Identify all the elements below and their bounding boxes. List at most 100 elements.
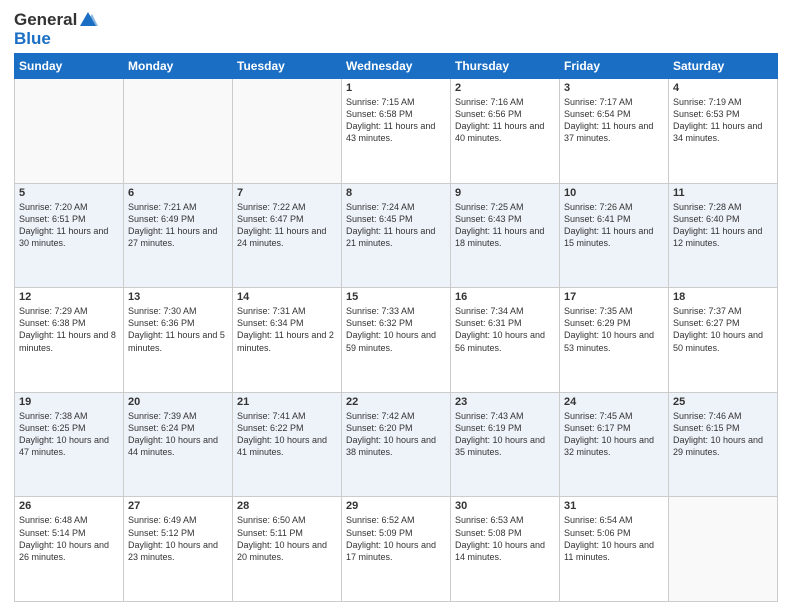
cell-info: Sunrise: 7:21 AMSunset: 6:49 PMDaylight:… (128, 201, 228, 250)
calendar-cell: 6 Sunrise: 7:21 AMSunset: 6:49 PMDaylight… (124, 183, 233, 288)
day-number: 24 (564, 396, 664, 408)
cell-info: Sunrise: 7:22 AMSunset: 6:47 PMDaylight:… (237, 201, 337, 250)
day-number: 3 (564, 82, 664, 94)
calendar-week-2: 5 Sunrise: 7:20 AMSunset: 6:51 PMDaylight… (15, 183, 778, 288)
day-number: 31 (564, 500, 664, 512)
calendar-header-friday: Friday (560, 54, 669, 79)
day-number: 18 (673, 291, 773, 303)
day-number: 20 (128, 396, 228, 408)
cell-info: Sunrise: 7:42 AMSunset: 6:20 PMDaylight:… (346, 410, 446, 459)
day-number: 9 (455, 187, 555, 199)
calendar-week-1: 1 Sunrise: 7:15 AMSunset: 6:58 PMDaylight… (15, 79, 778, 184)
cell-info: Sunrise: 7:45 AMSunset: 6:17 PMDaylight:… (564, 410, 664, 459)
calendar-week-5: 26 Sunrise: 6:48 AMSunset: 5:14 PMDayligh… (15, 497, 778, 602)
calendar-cell: 2Sunrise: 7:16 AMSunset: 6:56 PMDaylight… (451, 79, 560, 184)
calendar-cell: 31 Sunrise: 6:54 AMSunset: 5:06 PMDayligh… (560, 497, 669, 602)
day-number: 21 (237, 396, 337, 408)
calendar-cell: 28Sunrise: 6:50 AMSunset: 5:11 PMDayligh… (233, 497, 342, 602)
cell-info: Sunrise: 6:54 AMSunset: 5:06 PMDaylight:… (564, 514, 664, 563)
calendar-cell: 15 Sunrise: 7:33 AMSunset: 6:32 PMDayligh… (342, 288, 451, 393)
day-number: 27 (128, 500, 228, 512)
cell-info: Sunrise: 7:34 AMSunset: 6:31 PMDaylight:… (455, 305, 555, 354)
day-number: 11 (673, 187, 773, 199)
cell-info: Sunrise: 7:37 AMSunset: 6:27 PMDaylight:… (673, 305, 773, 354)
calendar-header-sunday: Sunday (15, 54, 124, 79)
cell-info: Sunrise: 6:53 AMSunset: 5:08 PMDaylight:… (455, 514, 555, 563)
day-number: 23 (455, 396, 555, 408)
calendar-cell: 4 Sunrise: 7:19 AMSunset: 6:53 PMDaylight… (669, 79, 778, 184)
day-number: 25 (673, 396, 773, 408)
cell-info: Sunrise: 7:29 AMSunset: 6:38 PMDaylight:… (19, 305, 119, 354)
logo: General Blue (14, 10, 98, 47)
day-number: 1 (346, 82, 446, 94)
day-number: 22 (346, 396, 446, 408)
calendar-cell: 9 Sunrise: 7:25 AMSunset: 6:43 PMDaylight… (451, 183, 560, 288)
day-number: 10 (564, 187, 664, 199)
calendar-cell: 25 Sunrise: 7:46 AMSunset: 6:15 PMDayligh… (669, 392, 778, 497)
calendar-header-row: SundayMondayTuesdayWednesdayThursdayFrid… (15, 54, 778, 79)
calendar-header-tuesday: Tuesday (233, 54, 342, 79)
logo-icon (78, 10, 98, 28)
cell-info: Sunrise: 7:19 AMSunset: 6:53 PMDaylight:… (673, 96, 773, 145)
cell-info: Sunrise: 7:25 AMSunset: 6:43 PMDaylight:… (455, 201, 555, 250)
cell-info: Sunrise: 7:15 AMSunset: 6:58 PMDaylight:… (346, 96, 446, 145)
cell-info: Sunrise: 6:50 AMSunset: 5:11 PMDaylight:… (237, 514, 337, 563)
calendar-cell: 18 Sunrise: 7:37 AMSunset: 6:27 PMDayligh… (669, 288, 778, 393)
calendar-cell (233, 79, 342, 184)
calendar-cell: 17 Sunrise: 7:35 AMSunset: 6:29 PMDayligh… (560, 288, 669, 393)
day-number: 13 (128, 291, 228, 303)
calendar-cell (669, 497, 778, 602)
calendar-cell (124, 79, 233, 184)
cell-info: Sunrise: 7:30 AMSunset: 6:36 PMDaylight:… (128, 305, 228, 354)
calendar-cell: 16 Sunrise: 7:34 AMSunset: 6:31 PMDayligh… (451, 288, 560, 393)
day-number: 5 (19, 187, 119, 199)
calendar-header-monday: Monday (124, 54, 233, 79)
logo-general-text: General (14, 10, 77, 30)
cell-info: Sunrise: 7:28 AMSunset: 6:40 PMDaylight:… (673, 201, 773, 250)
cell-info: Sunrise: 7:31 AMSunset: 6:34 PMDaylight:… (237, 305, 337, 354)
calendar-header-thursday: Thursday (451, 54, 560, 79)
cell-info: Sunrise: 7:46 AMSunset: 6:15 PMDaylight:… (673, 410, 773, 459)
calendar-cell: 10Sunrise: 7:26 AMSunset: 6:41 PMDayligh… (560, 183, 669, 288)
cell-info: Sunrise: 7:20 AMSunset: 6:51 PMDaylight:… (19, 201, 119, 250)
day-number: 30 (455, 500, 555, 512)
logo-blue-text: Blue (14, 30, 51, 47)
calendar-cell: 23 Sunrise: 7:43 AMSunset: 6:19 PMDayligh… (451, 392, 560, 497)
day-number: 26 (19, 500, 119, 512)
calendar-cell: 8 Sunrise: 7:24 AMSunset: 6:45 PMDaylight… (342, 183, 451, 288)
cell-info: Sunrise: 6:48 AMSunset: 5:14 PMDaylight:… (19, 514, 119, 563)
calendar-cell: 22 Sunrise: 7:42 AMSunset: 6:20 PMDayligh… (342, 392, 451, 497)
calendar-cell: 24 Sunrise: 7:45 AMSunset: 6:17 PMDayligh… (560, 392, 669, 497)
day-number: 19 (19, 396, 119, 408)
day-number: 15 (346, 291, 446, 303)
calendar-cell: 26 Sunrise: 6:48 AMSunset: 5:14 PMDayligh… (15, 497, 124, 602)
calendar-cell: 13 Sunrise: 7:30 AMSunset: 6:36 PMDayligh… (124, 288, 233, 393)
day-number: 8 (346, 187, 446, 199)
calendar-cell: 5 Sunrise: 7:20 AMSunset: 6:51 PMDaylight… (15, 183, 124, 288)
cell-info: Sunrise: 6:49 AMSunset: 5:12 PMDaylight:… (128, 514, 228, 563)
calendar-cell: 20 Sunrise: 7:39 AMSunset: 6:24 PMDayligh… (124, 392, 233, 497)
day-number: 6 (128, 187, 228, 199)
calendar-cell: 14Sunrise: 7:31 AMSunset: 6:34 PMDayligh… (233, 288, 342, 393)
day-number: 7 (237, 187, 337, 199)
day-number: 4 (673, 82, 773, 94)
calendar-cell: 3Sunrise: 7:17 AMSunset: 6:54 PMDaylight… (560, 79, 669, 184)
cell-info: Sunrise: 7:38 AMSunset: 6:25 PMDaylight:… (19, 410, 119, 459)
cell-info: Sunrise: 7:43 AMSunset: 6:19 PMDaylight:… (455, 410, 555, 459)
cell-info: Sunrise: 7:35 AMSunset: 6:29 PMDaylight:… (564, 305, 664, 354)
calendar-cell: 27 Sunrise: 6:49 AMSunset: 5:12 PMDayligh… (124, 497, 233, 602)
calendar-cell: 11 Sunrise: 7:28 AMSunset: 6:40 PMDayligh… (669, 183, 778, 288)
day-number: 12 (19, 291, 119, 303)
cell-info: Sunrise: 7:33 AMSunset: 6:32 PMDaylight:… (346, 305, 446, 354)
cell-info: Sunrise: 7:39 AMSunset: 6:24 PMDaylight:… (128, 410, 228, 459)
cell-info: Sunrise: 7:24 AMSunset: 6:45 PMDaylight:… (346, 201, 446, 250)
day-number: 17 (564, 291, 664, 303)
calendar-cell: 12 Sunrise: 7:29 AMSunset: 6:38 PMDayligh… (15, 288, 124, 393)
day-number: 16 (455, 291, 555, 303)
cell-info: Sunrise: 7:16 AMSunset: 6:56 PMDaylight:… (455, 96, 555, 145)
calendar-cell: 21Sunrise: 7:41 AMSunset: 6:22 PMDayligh… (233, 392, 342, 497)
calendar-cell: 19 Sunrise: 7:38 AMSunset: 6:25 PMDayligh… (15, 392, 124, 497)
calendar-cell: 7 Sunrise: 7:22 AMSunset: 6:47 PMDaylight… (233, 183, 342, 288)
calendar-header-saturday: Saturday (669, 54, 778, 79)
calendar-cell (15, 79, 124, 184)
